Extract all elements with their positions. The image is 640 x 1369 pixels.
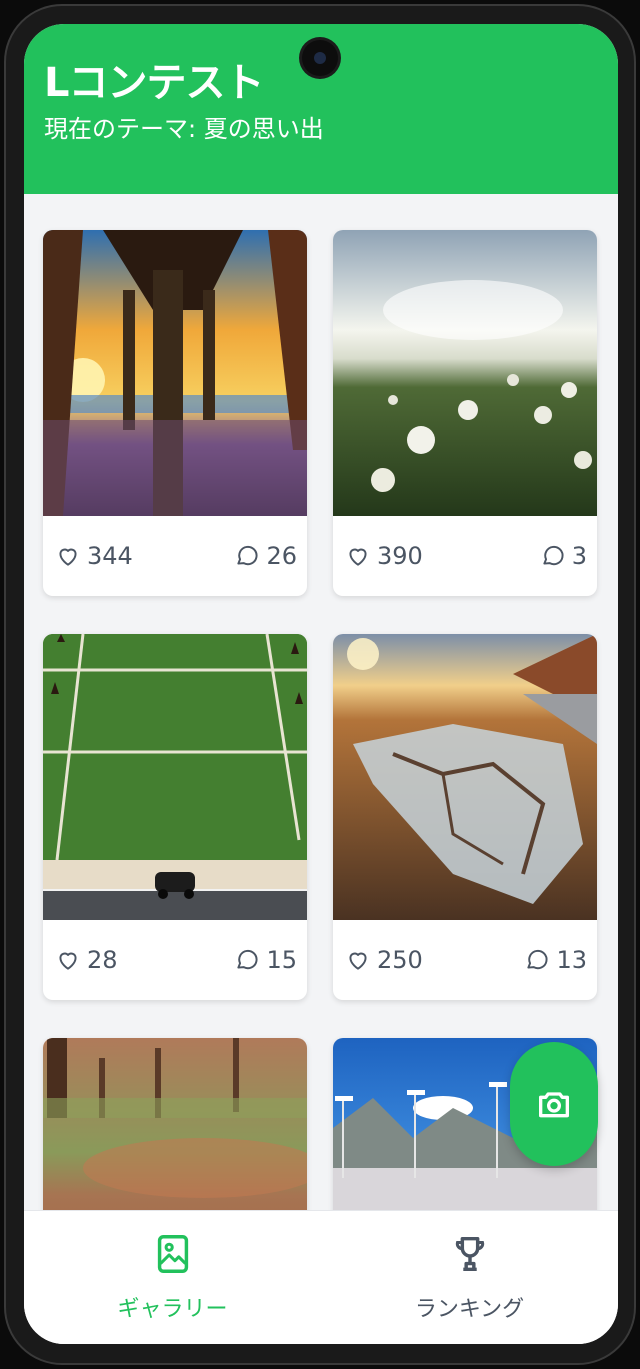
comment-icon: [527, 949, 548, 970]
like-button[interactable]: 28: [55, 946, 118, 974]
trophy-icon: [455, 1236, 484, 1272]
like-button[interactable]: 390: [345, 542, 423, 570]
card-footer: 250 13: [333, 920, 597, 1000]
photo-card[interactable]: 28 15: [43, 634, 307, 1000]
heart-icon: [59, 952, 77, 970]
like-count: 250: [377, 946, 423, 974]
photo-card[interactable]: 250 13: [333, 634, 597, 1000]
nav-label-ranking: ランキング: [414, 1297, 525, 1322]
photo-card[interactable]: 344 26: [43, 230, 307, 596]
photo-card[interactable]: [43, 1038, 307, 1210]
bottom-navigation: ギャラリー ランキング: [24, 1210, 618, 1344]
nav-label-gallery: ギャラリー: [117, 1297, 228, 1322]
photo-autumn-park[interactable]: [43, 1038, 307, 1210]
photo-pier-sunset[interactable]: [43, 230, 307, 516]
nav-item-gallery[interactable]: ギャラリー: [24, 1211, 321, 1344]
photo-card[interactable]: 390 3: [333, 230, 597, 596]
photo-dandelion-field[interactable]: [333, 230, 597, 516]
heart-icon: [349, 548, 367, 566]
like-count: 390: [377, 542, 423, 570]
like-button[interactable]: 344: [55, 542, 133, 570]
like-count: 28: [87, 946, 118, 974]
card-footer: 390 3: [333, 516, 597, 596]
comment-button[interactable]: 26: [234, 542, 297, 570]
comment-count: 15: [266, 946, 297, 974]
comment-count: 3: [571, 542, 587, 570]
card-footer: 28 15: [43, 920, 307, 1000]
contest-theme: 現在のテーマ: 夏の思い出: [44, 115, 324, 143]
comment-count: 26: [266, 542, 297, 570]
comment-button[interactable]: 13: [524, 946, 587, 974]
camera-icon: [539, 1092, 569, 1118]
card-footer: 344 26: [43, 516, 307, 596]
nav-item-ranking[interactable]: ランキング: [321, 1211, 618, 1344]
gallery-icon: [157, 1235, 188, 1273]
comment-icon: [237, 545, 258, 566]
photo-tennis-court-car[interactable]: [43, 634, 307, 920]
comment-icon: [543, 545, 564, 566]
heart-icon: [59, 548, 77, 566]
heart-icon: [349, 952, 367, 970]
like-count: 344: [87, 542, 133, 570]
comment-button[interactable]: 3: [540, 542, 587, 570]
front-camera: [302, 40, 338, 76]
app-screen: Lコンテスト 現在のテーマ: 夏の思い出 344 26 390 3 28 15 …: [24, 24, 618, 1344]
comment-icon: [237, 949, 258, 970]
photo-cracked-road-sunset[interactable]: [333, 634, 597, 920]
upload-photo-button[interactable]: [510, 1042, 598, 1166]
like-button[interactable]: 250: [345, 946, 423, 974]
comment-button[interactable]: 15: [234, 946, 297, 974]
comment-count: 13: [556, 946, 587, 974]
